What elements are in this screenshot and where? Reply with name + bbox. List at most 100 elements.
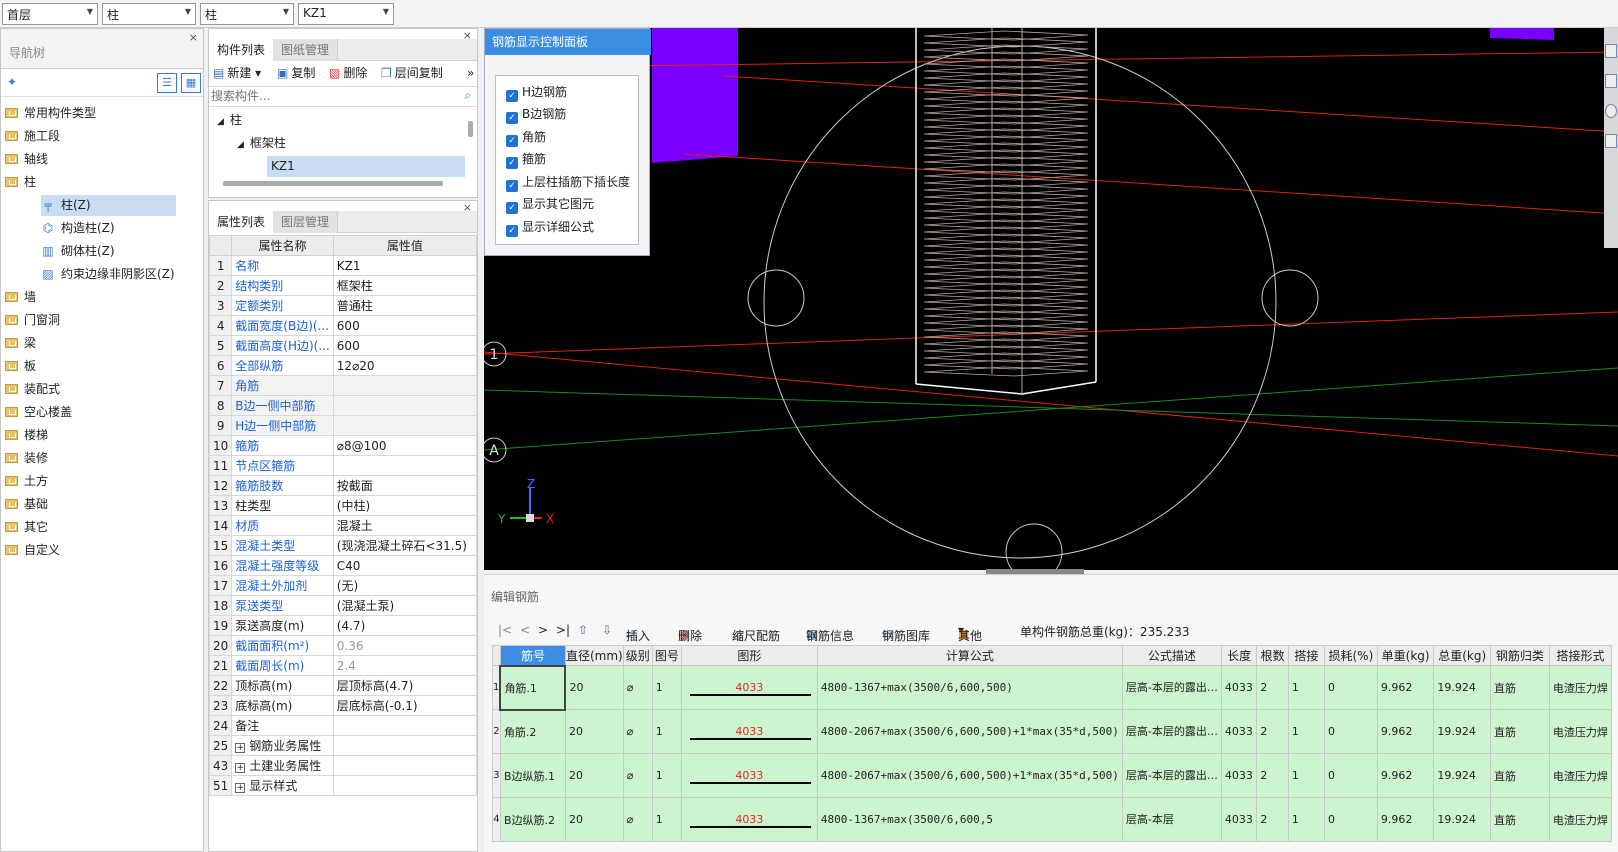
cell-unit[interactable]: 9.962 bbox=[1376, 665, 1435, 710]
cell-total[interactable]: 19.924 bbox=[1433, 665, 1491, 710]
property-value[interactable]: 600 bbox=[332, 315, 478, 336]
cell-fig[interactable]: 1 bbox=[651, 753, 682, 798]
tool-icon[interactable] bbox=[1605, 44, 1617, 58]
tree-root[interactable]: ◢ 柱 bbox=[217, 110, 242, 131]
search-input[interactable] bbox=[209, 87, 449, 105]
property-value[interactable] bbox=[332, 455, 478, 476]
tool-icon[interactable] bbox=[1605, 104, 1617, 118]
table-row[interactable]: 24 备注 bbox=[208, 715, 478, 736]
cell-count[interactable]: 2 bbox=[1256, 753, 1289, 798]
table-row[interactable]: 8 B边一侧中部筋 bbox=[208, 395, 478, 416]
column-header[interactable]: 搭接 bbox=[1287, 645, 1325, 666]
3d-viewport[interactable]: 1 A Z Y X 钢筋显示控制面板 ✓ H边钢筋 ✓ B边钢筋 ✓ 角筋 ✓ 箍筋 bbox=[484, 28, 1618, 570]
cell-grade[interactable]: ⌀ bbox=[622, 709, 653, 754]
table-row[interactable]: 3 定额类别 普通柱 bbox=[208, 295, 478, 316]
delete-button[interactable]: ▧ 删除 bbox=[329, 61, 367, 85]
column-header[interactable]: 公式描述 bbox=[1121, 645, 1222, 666]
property-value[interactable]: 2.4 bbox=[332, 655, 478, 676]
cell-loss[interactable]: 0 bbox=[1323, 753, 1378, 798]
grid-view-icon[interactable]: ▦ bbox=[181, 73, 201, 93]
floor-copy-button[interactable]: ❐ 层间复制 bbox=[381, 61, 443, 85]
column-header[interactable]: 图号 bbox=[651, 645, 682, 666]
component-select[interactable]: KZ1 ▼ bbox=[298, 3, 394, 25]
tab-component-list[interactable]: 构件列表 bbox=[209, 39, 275, 61]
property-value[interactable]: 层底标高(-0.1) bbox=[332, 695, 478, 716]
cell-dia[interactable]: 20 bbox=[564, 665, 624, 710]
cell-grade[interactable]: ⌀ bbox=[622, 665, 653, 710]
table-row[interactable]: 1 名称 KZ1 bbox=[208, 255, 478, 276]
expand-plus-icon[interactable]: + bbox=[235, 743, 246, 753]
table-row[interactable]: 4 截面宽度(B边)(... 600 bbox=[208, 315, 478, 336]
nav-item[interactable]: 装配式 bbox=[5, 379, 60, 400]
cell-name[interactable]: B边纵筋.1 bbox=[499, 753, 566, 798]
nav-item[interactable]: 空心楼盖 bbox=[5, 402, 72, 423]
close-icon[interactable]: × bbox=[463, 29, 472, 42]
cell-shape[interactable]: 4033 bbox=[680, 797, 818, 842]
property-value[interactable]: 12⌀20 bbox=[332, 355, 478, 376]
table-row[interactable]: 1 角筋.1 20 ⌀ 1 4033 4800-1367+max(3500/6,600,50… bbox=[492, 664, 1613, 711]
tree-group[interactable]: ◢ 框架柱 bbox=[237, 133, 286, 154]
cell-name[interactable]: B边纵筋.2 bbox=[499, 797, 566, 842]
cell-shape[interactable]: 4033 bbox=[680, 753, 818, 798]
cell-cat[interactable]: 直筋 bbox=[1489, 665, 1550, 710]
table-row[interactable]: 11 节点区箍筋 bbox=[208, 455, 478, 476]
nav-item[interactable]: 门窗洞 bbox=[5, 310, 60, 331]
cell-total[interactable]: 19.924 bbox=[1433, 797, 1491, 842]
nav-item[interactable]: 土方 bbox=[5, 471, 48, 492]
column-header[interactable]: 筋号 bbox=[499, 645, 566, 666]
table-row[interactable]: 25 + 钢筋业务属性 bbox=[208, 735, 478, 756]
table-row[interactable]: 7 角筋 bbox=[208, 375, 478, 396]
cell-loss[interactable]: 0 bbox=[1323, 709, 1378, 754]
cell-desc[interactable]: 层高-本层的露出… bbox=[1121, 753, 1222, 798]
cell-formula[interactable]: 4800-2067+max(3500/6,600,500)+1*max(35*d… bbox=[816, 753, 1123, 798]
table-row[interactable]: 2 角筋.2 20 ⌀ 1 4033 4800-2067+max(3500/6,600,50… bbox=[492, 709, 1613, 754]
cell-shape[interactable]: 4033 bbox=[680, 665, 818, 710]
property-value[interactable]: (现浇混凝土碎石<31.5) bbox=[332, 535, 478, 556]
more-icon[interactable]: » bbox=[467, 61, 474, 85]
cell-len[interactable]: 4033 bbox=[1220, 797, 1258, 842]
column-header[interactable]: 总重(kg) bbox=[1433, 645, 1491, 666]
tab-properties[interactable]: 属性列表 bbox=[209, 211, 275, 233]
cell-dia[interactable]: 20 bbox=[564, 709, 624, 754]
checkbox-b-rebar[interactable]: ✓ B边钢筋 bbox=[506, 104, 566, 124]
checkbox-show-formula[interactable]: ✓ 显示详细公式 bbox=[506, 217, 594, 237]
cell-total[interactable]: 19.924 bbox=[1433, 753, 1491, 798]
table-row[interactable]: 43 + 土建业务属性 bbox=[208, 755, 478, 776]
cell-lap[interactable]: 1 bbox=[1287, 665, 1325, 710]
nav-item[interactable]: ▨ 约束边缘非阴影区(Z) bbox=[41, 264, 174, 285]
expand-plus-icon[interactable]: + bbox=[235, 763, 246, 773]
table-row[interactable]: 10 箍筋 ⌀8@100 bbox=[208, 435, 478, 456]
property-value[interactable]: (混凝土泵) bbox=[332, 595, 478, 616]
column-header[interactable]: 单重(kg) bbox=[1376, 645, 1435, 666]
table-row[interactable]: 22 顶标高(m) 层顶标高(4.7) bbox=[208, 675, 478, 696]
tool-icon[interactable] bbox=[1605, 74, 1617, 88]
checkbox-stirrup[interactable]: ✓ 箍筋 bbox=[506, 149, 546, 169]
property-value[interactable]: 混凝土 bbox=[332, 515, 478, 536]
table-row[interactable]: 18 泵送类型 (混凝土泵) bbox=[208, 595, 478, 616]
table-row[interactable]: 19 泵送高度(m) (4.7) bbox=[208, 615, 478, 636]
property-value[interactable] bbox=[332, 375, 478, 396]
cell-desc[interactable]: 层高-本层的露出… bbox=[1121, 665, 1222, 710]
pin-icon[interactable]: ✦ bbox=[7, 75, 17, 89]
nav-item[interactable]: 自定义 bbox=[5, 540, 60, 561]
floor-select[interactable]: 首层 ▼ bbox=[2, 3, 98, 25]
cell-count[interactable]: 2 bbox=[1256, 709, 1289, 754]
property-value[interactable] bbox=[332, 395, 478, 416]
cell-desc[interactable]: 层高-本层 bbox=[1121, 797, 1222, 842]
tab-drawing-management[interactable]: 图纸管理 bbox=[273, 39, 339, 61]
search-icon[interactable]: ⌕ bbox=[464, 88, 471, 103]
type-select[interactable]: 柱 ▼ bbox=[200, 3, 294, 25]
cell-len[interactable]: 4033 bbox=[1220, 709, 1258, 754]
cell-name[interactable]: 角筋.1 bbox=[499, 664, 567, 711]
close-icon[interactable]: × bbox=[463, 201, 472, 214]
nav-item[interactable]: 梁 bbox=[5, 333, 36, 354]
nav-item[interactable]: 墙 bbox=[5, 287, 36, 308]
cell-lap[interactable]: 1 bbox=[1287, 797, 1325, 842]
column-header[interactable]: 根数 bbox=[1256, 645, 1289, 666]
property-value[interactable]: (4.7) bbox=[332, 615, 478, 636]
cell-lapform[interactable]: 电渣压力焊 bbox=[1548, 797, 1613, 842]
cell-unit[interactable]: 9.962 bbox=[1376, 753, 1435, 798]
cell-formula[interactable]: 4800-1367+max(3500/6,600,500) bbox=[816, 665, 1123, 710]
table-row[interactable]: 9 H边一侧中部筋 bbox=[208, 415, 478, 436]
column-header[interactable]: 搭接形式 bbox=[1548, 645, 1613, 666]
